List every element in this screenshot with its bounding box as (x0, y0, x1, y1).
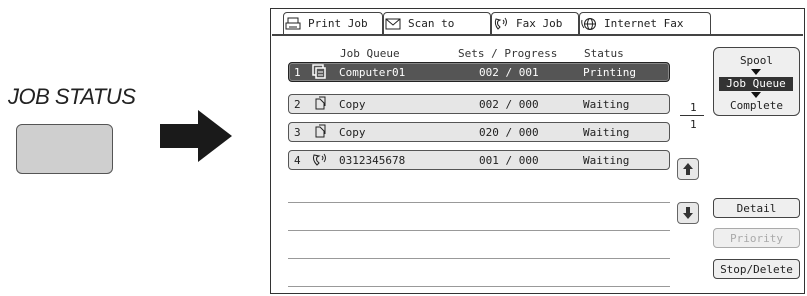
complete-option[interactable]: Complete (714, 99, 799, 112)
copy-icon (313, 124, 329, 143)
row-number: 2 (294, 98, 301, 111)
arrow-right-icon (160, 110, 232, 162)
job-status: Waiting (583, 126, 630, 139)
job-name: Copy (339, 126, 366, 139)
page-divider (680, 115, 704, 116)
page-total: 1 (690, 118, 697, 131)
computer-icon (311, 64, 327, 83)
scroll-down-button[interactable] (677, 202, 699, 224)
job-progress: 002 / 001 (479, 66, 539, 79)
tab-label: Scan to (408, 17, 455, 30)
job-progress: 002 / 000 (479, 98, 539, 111)
tab-divider (272, 34, 803, 36)
empty-row-line (288, 202, 670, 203)
spool-option[interactable]: Spool (714, 54, 799, 67)
tab-internet-fax[interactable]: Internet Fax (579, 12, 711, 34)
job-status: Waiting (583, 154, 630, 167)
job-row-3[interactable]: 3 Copy 020 / 000 Waiting (288, 122, 670, 142)
job-status-label: JOB STATUS (8, 84, 136, 109)
arrow-down-icon (683, 207, 693, 219)
job-row-1[interactable]: 1 Computer01 002 / 001 Printing (288, 62, 670, 82)
arrow-up-icon (683, 163, 693, 175)
job-progress: 001 / 000 (479, 154, 539, 167)
header-status: Status (584, 47, 624, 60)
job-status-key[interactable] (16, 124, 113, 174)
job-progress: 020 / 000 (479, 126, 539, 139)
down-triangle-icon (751, 69, 761, 75)
tab-label: Internet Fax (604, 17, 684, 30)
job-name: Computer01 (339, 66, 406, 79)
page-current: 1 (690, 101, 697, 114)
scan-icon (384, 17, 402, 31)
row-number: 1 (294, 66, 301, 79)
job-status: Printing (583, 66, 636, 79)
scroll-up-button[interactable] (677, 158, 699, 180)
job-name: Copy (339, 98, 366, 111)
row-number: 4 (294, 154, 301, 167)
internet-fax-icon (580, 17, 598, 31)
tab-print-job[interactable]: Print Job (283, 12, 383, 34)
tab-scan-to[interactable]: Scan to (383, 12, 491, 34)
job-queue-option[interactable]: Job Queue (719, 77, 793, 91)
tab-fax-job[interactable]: Fax Job (491, 12, 579, 34)
header-sets-progress: Sets / Progress (458, 47, 558, 60)
detail-button[interactable]: Detail (713, 198, 800, 218)
printer-icon (284, 17, 302, 31)
row-number: 3 (294, 126, 301, 139)
fax-icon (492, 17, 510, 31)
queue-mode-selector[interactable]: Spool Job Queue Complete (713, 47, 800, 116)
priority-button[interactable]: Priority (713, 228, 800, 248)
tab-label: Print Job (308, 17, 368, 30)
copy-icon (313, 96, 329, 115)
header-job-queue: Job Queue (340, 47, 400, 60)
down-triangle-icon (751, 92, 761, 98)
job-name: 0312345678 (339, 154, 406, 167)
stop-delete-button[interactable]: Stop/Delete (713, 259, 800, 279)
tab-label: Fax Job (516, 17, 563, 30)
empty-row-line (288, 258, 670, 259)
job-status: Waiting (583, 98, 630, 111)
empty-row-line (288, 230, 670, 231)
empty-row-line (288, 286, 670, 287)
job-row-4[interactable]: 4 0312345678 001 / 000 Waiting (288, 150, 670, 170)
fax-phone-icon (311, 152, 329, 171)
job-row-2[interactable]: 2 Copy 002 / 000 Waiting (288, 94, 670, 114)
